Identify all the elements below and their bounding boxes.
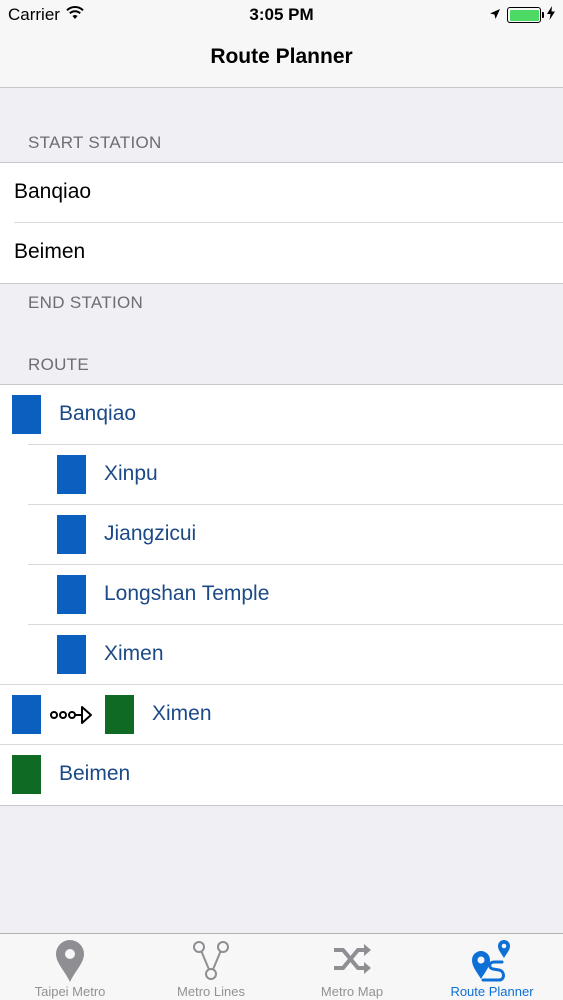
branch-icon [191, 939, 231, 986]
route-list: Banqiao Xinpu Jiangzicui Longshan Temple… [0, 384, 563, 806]
blue-line-marker [57, 635, 86, 674]
route-station-label: Ximen [104, 642, 164, 665]
tab-label: Taipei Metro [34, 984, 106, 999]
route-station-label: Jiangzicui [104, 522, 197, 545]
location-arrow-icon [489, 5, 501, 25]
green-line-marker [12, 755, 41, 794]
end-station-cell[interactable]: Beimen [0, 223, 563, 283]
route-station-label: Beimen [59, 762, 131, 785]
status-time: 3:05 PM [249, 5, 314, 24]
blue-line-marker [57, 455, 86, 494]
tab-metro-map[interactable]: Metro Map [282, 934, 422, 1000]
route-item[interactable]: Jiangzicui [0, 505, 563, 565]
charging-bolt-icon [547, 5, 555, 25]
route-station-label: Banqiao [59, 402, 137, 425]
tab-metro-lines[interactable]: Metro Lines [141, 934, 281, 1000]
start-station-value: Banqiao [14, 180, 92, 203]
route-item[interactable]: Beimen [0, 745, 563, 805]
blue-line-marker [57, 515, 86, 554]
blue-line-marker [12, 695, 41, 734]
start-station-group: Banqiao Beimen [0, 162, 563, 284]
green-line-marker [105, 695, 134, 734]
blue-line-marker [57, 575, 86, 614]
route-icon [469, 939, 515, 988]
start-station-cell[interactable]: Banqiao [0, 163, 563, 223]
start-station-header: START STATION [28, 133, 162, 152]
navigation-bar: Route Planner [0, 30, 563, 88]
status-right [489, 5, 555, 25]
tab-label: Route Planner [450, 984, 534, 999]
route-station-label: Longshan Temple [104, 582, 270, 605]
map-pin-icon [53, 939, 87, 988]
end-station-value: Beimen [14, 240, 86, 263]
tab-label: Metro Lines [177, 984, 245, 999]
route-item[interactable]: Xinpu [0, 445, 563, 505]
tab-bar: Taipei Metro Metro Lines Metro Map Route… [0, 933, 563, 1000]
tab-label: Metro Map [320, 984, 384, 999]
route-transfer-item[interactable]: Ximen [0, 685, 563, 745]
status-bar: Carrier 3:05 PM [0, 0, 563, 30]
route-station-label: Xinpu [104, 462, 158, 485]
tab-taipei-metro[interactable]: Taipei Metro [0, 934, 140, 1000]
route-item[interactable]: Banqiao [0, 385, 563, 445]
route-item[interactable]: Longshan Temple [0, 565, 563, 625]
page-title: Route Planner [210, 45, 353, 68]
route-item[interactable]: Ximen [0, 625, 563, 685]
end-station-header: END STATION [28, 293, 144, 312]
battery-icon [507, 7, 544, 23]
blue-line-marker [12, 395, 41, 434]
tab-route-planner[interactable]: Route Planner [422, 934, 562, 1000]
route-header: ROUTE [28, 355, 89, 374]
route-station-label: Ximen [152, 702, 212, 725]
transfer-icon [50, 704, 94, 731]
shuffle-icon [331, 939, 373, 984]
